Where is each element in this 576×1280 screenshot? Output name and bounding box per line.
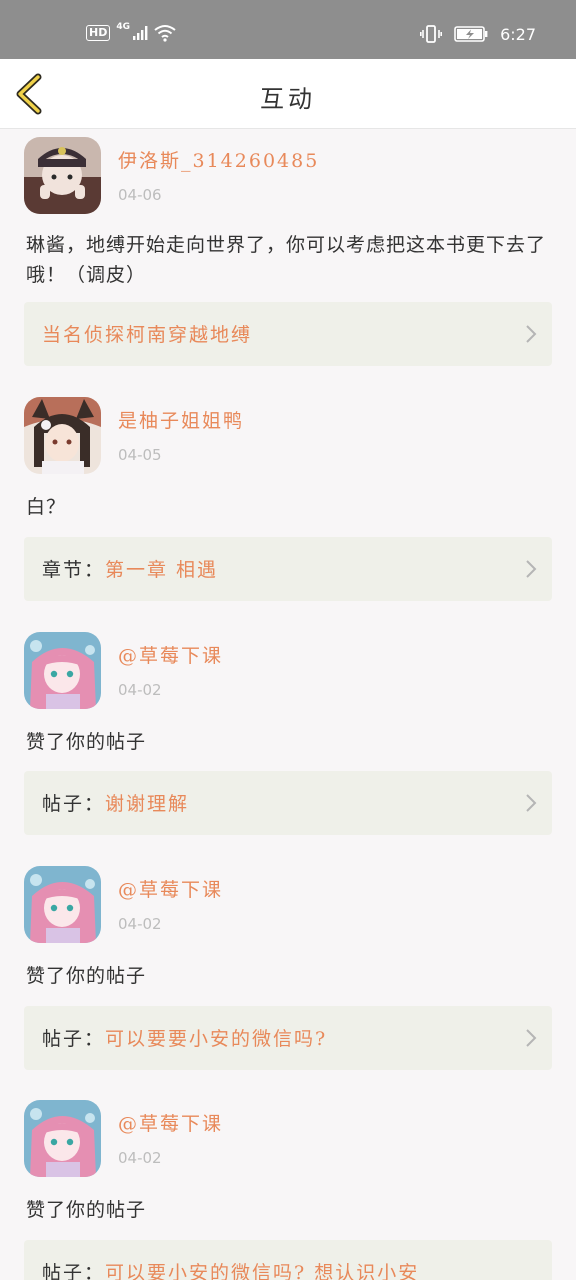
reference-link[interactable]: 帖子：可以要小安的微信吗? 想认识小安 xyxy=(24,1240,552,1280)
chevron-right-icon xyxy=(526,560,537,578)
vibrate-icon xyxy=(420,25,443,43)
battery-icon xyxy=(454,26,488,42)
interaction-item: 是柚子姐姐鸭 04-05 白？ 章节：第一章 相遇 xyxy=(0,390,576,625)
reference-type: 章节： xyxy=(42,559,106,581)
reference-title: 谢谢理解 xyxy=(105,793,190,815)
network-type-label: 4G xyxy=(116,22,130,32)
interaction-item: @草莓下课 04-02 赞了你的帖子 帖子：谢谢理解 xyxy=(0,625,576,860)
comment-text: 赞了你的帖子 xyxy=(26,965,147,987)
comment-text: 赞了你的帖子 xyxy=(26,731,147,753)
hd-badge: HD xyxy=(86,25,111,41)
avatar[interactable] xyxy=(24,866,101,943)
interaction-item: @草莓下课 04-02 赞了你的帖子 帖子：可以要小安的微信吗? 想认识小安 xyxy=(0,1093,576,1280)
post-date: 04-05 xyxy=(118,446,162,464)
comment-text: 赞了你的帖子 xyxy=(26,1199,147,1221)
username[interactable]: 是柚子姐姐鸭 xyxy=(118,406,244,433)
comment-text: 白？ xyxy=(26,496,67,518)
avatar[interactable] xyxy=(24,137,101,214)
page-title: 互动 xyxy=(260,85,316,113)
chevron-right-icon xyxy=(526,794,537,812)
reference-link[interactable]: 帖子：可以要要小安的微信吗? xyxy=(24,1006,552,1070)
chevron-right-icon xyxy=(526,325,537,343)
reference-link[interactable]: 帖子：谢谢理解 xyxy=(24,771,552,835)
interaction-item: @草莓下课 04-02 赞了你的帖子 帖子：可以要要小安的微信吗? xyxy=(0,859,576,1094)
header-bar: 互动 xyxy=(0,59,576,129)
reference-type: 帖子： xyxy=(42,1028,106,1050)
reference-title: 可以要要小安的微信吗? xyxy=(105,1028,328,1050)
reference-link[interactable]: 当名侦探柯南穿越地缚 xyxy=(24,302,552,366)
reference-title: 当名侦探柯南穿越地缚 xyxy=(42,324,253,346)
username[interactable]: @草莓下课 xyxy=(118,1109,223,1136)
username[interactable]: 伊洛斯_314260485 xyxy=(118,146,319,173)
status-bar: HD 4G 6:27 xyxy=(0,0,576,59)
reference-title: 第一章 相遇 xyxy=(105,559,219,581)
post-date: 04-02 xyxy=(118,681,162,699)
reference-type: 帖子： xyxy=(42,793,106,815)
avatar[interactable] xyxy=(24,632,101,709)
username[interactable]: @草莓下课 xyxy=(118,641,223,668)
post-date: 04-02 xyxy=(118,915,162,933)
reference-type: 帖子： xyxy=(42,1262,106,1280)
post-date: 04-02 xyxy=(118,1149,162,1167)
reference-link[interactable]: 章节：第一章 相遇 xyxy=(24,537,552,601)
clock: 6:27 xyxy=(500,24,536,44)
post-date: 04-06 xyxy=(118,186,162,204)
avatar[interactable] xyxy=(24,397,101,474)
chevron-right-icon xyxy=(526,1029,537,1047)
reference-title: 可以要小安的微信吗? 想认识小安 xyxy=(105,1262,420,1280)
comment-text: 琳酱，地缚开始走向世界了，你可以考虑把这本书更下去了哦！（调皮） xyxy=(26,234,547,286)
username[interactable]: @草莓下课 xyxy=(118,875,223,902)
avatar[interactable] xyxy=(24,1100,101,1177)
wifi-icon xyxy=(154,25,176,42)
signal-icon xyxy=(133,26,148,40)
interaction-item: 伊洛斯_314260485 04-06 琳酱，地缚开始走向世界了，你可以考虑把这… xyxy=(0,130,576,366)
